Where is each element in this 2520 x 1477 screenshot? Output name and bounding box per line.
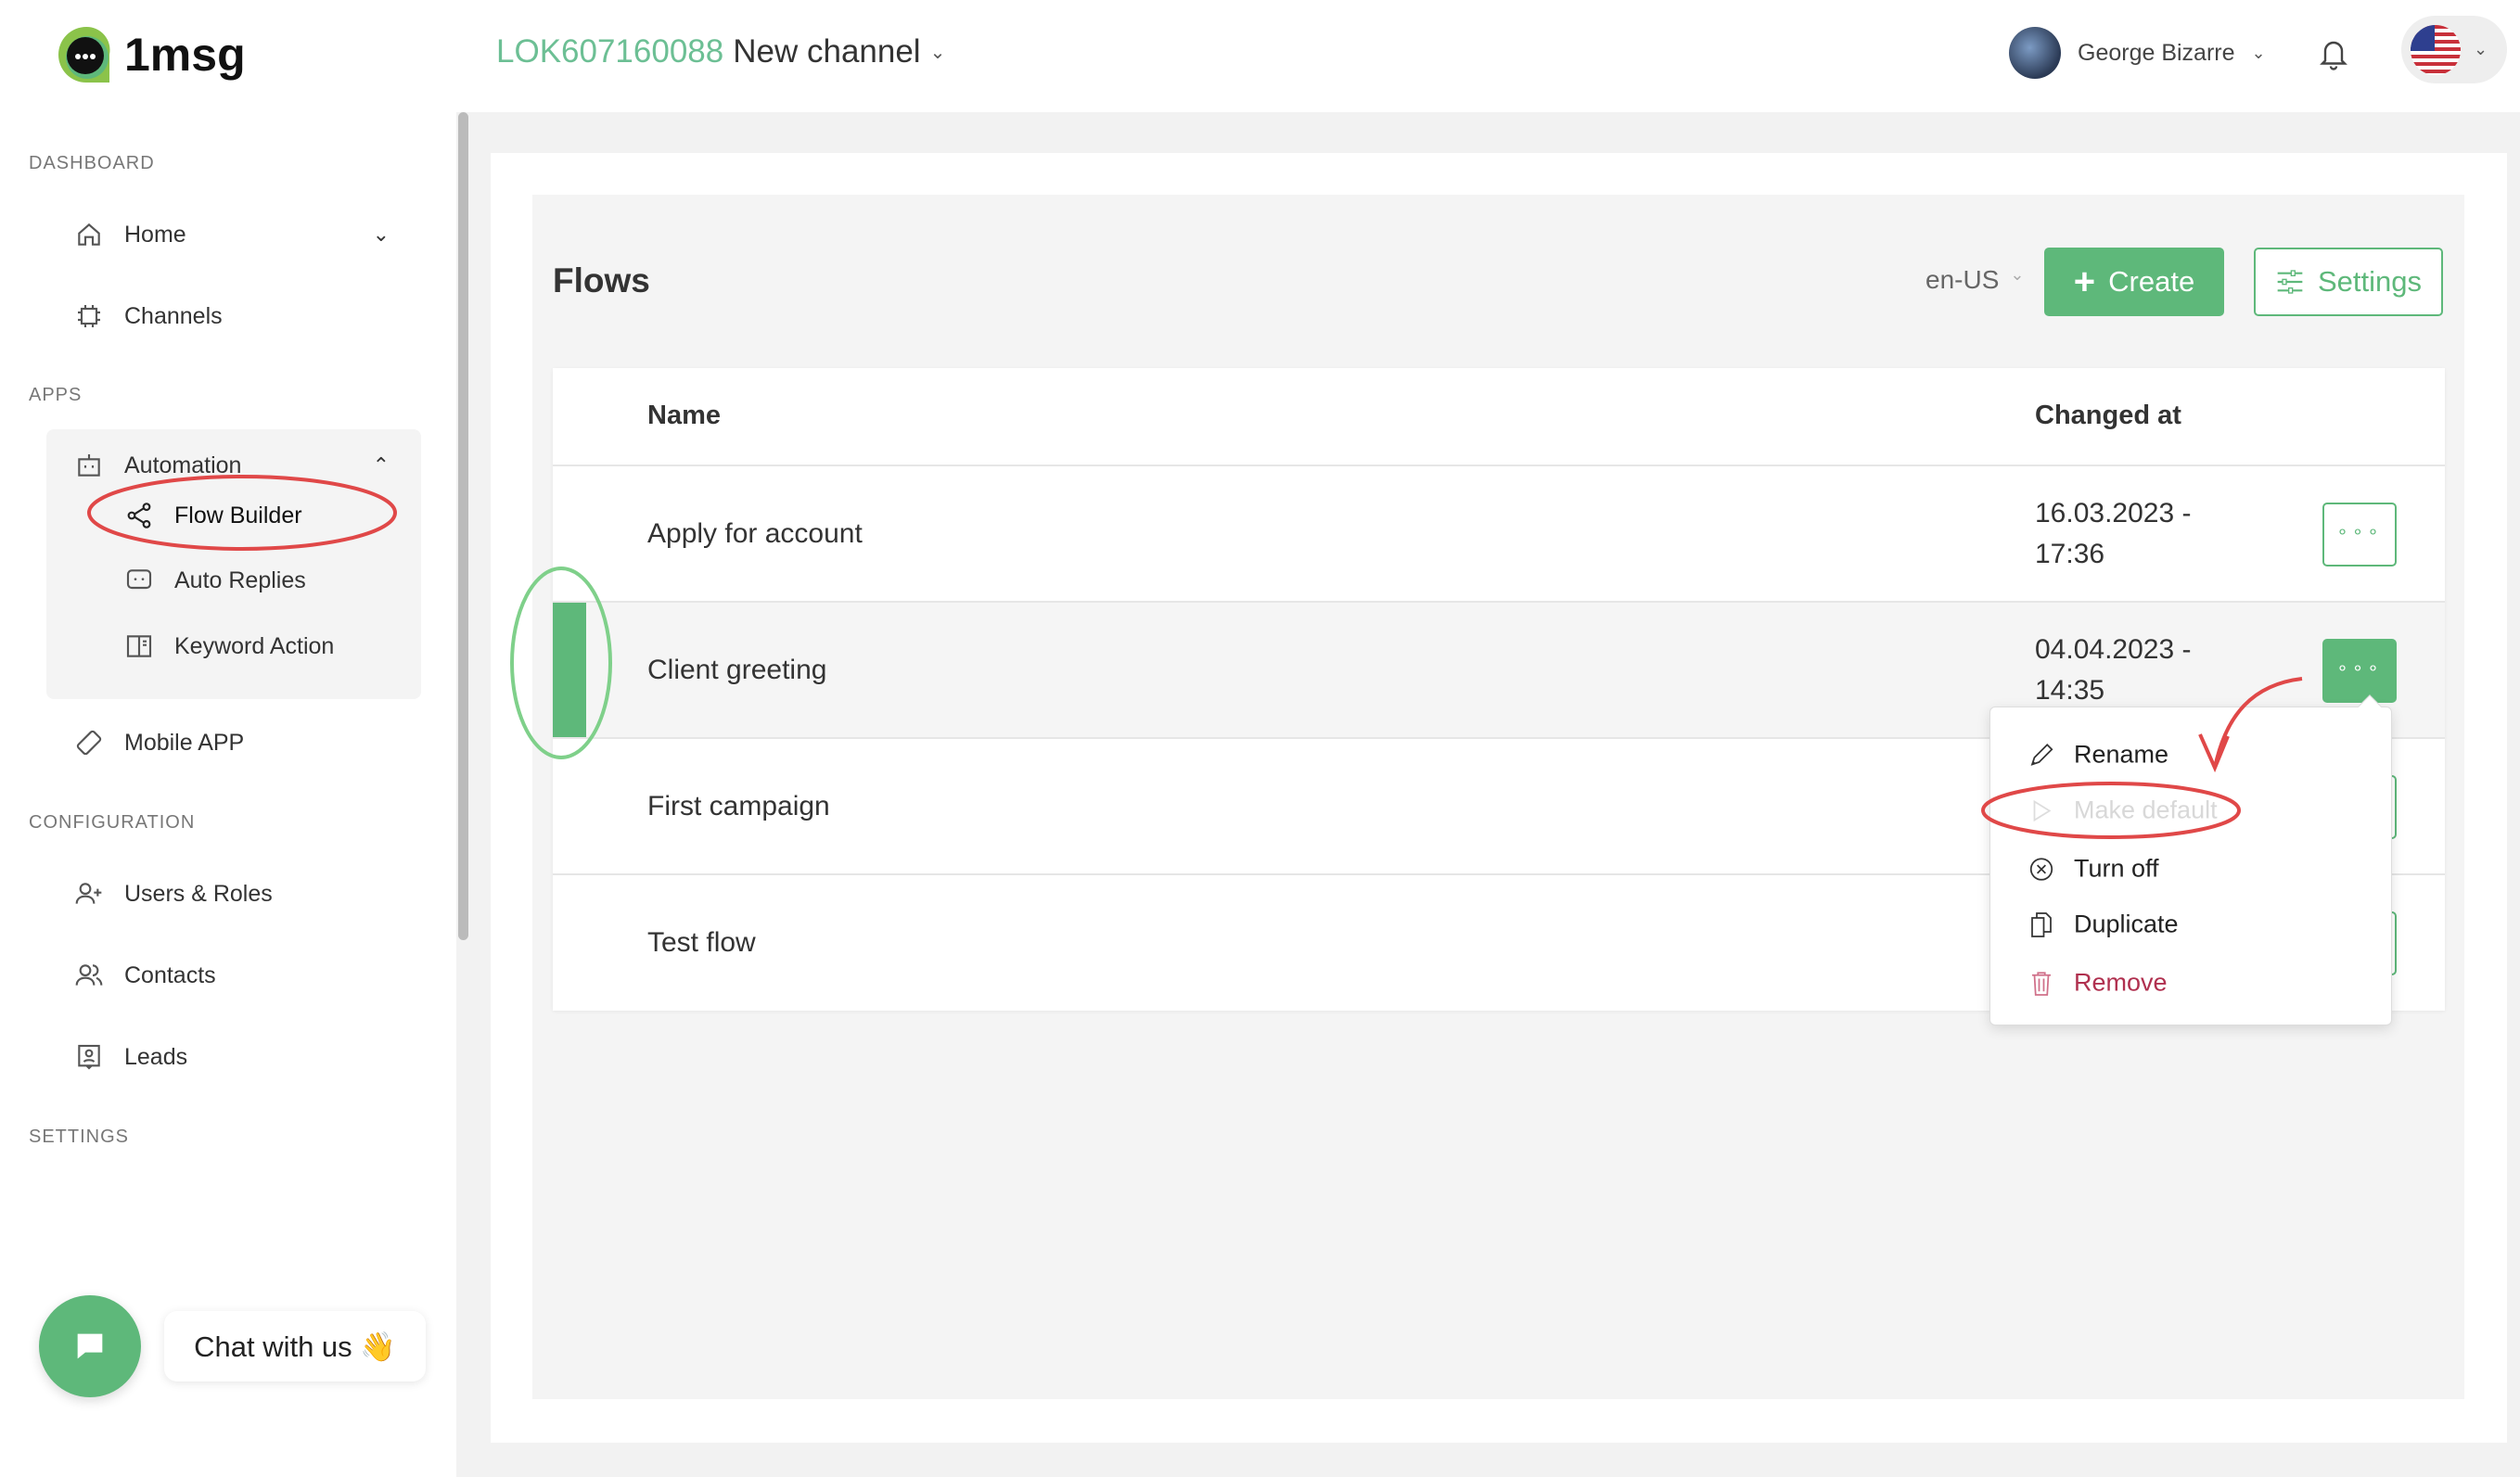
copy-icon xyxy=(2028,910,2055,938)
settings-button[interactable]: Settings xyxy=(2254,248,2443,316)
sidebar: DASHBOARD Home ⌄ Channels APPS Automatio… xyxy=(0,112,456,1477)
sidebar-item-label: Channels xyxy=(124,303,223,330)
chat-launcher-button[interactable] xyxy=(39,1295,141,1397)
channel-selector[interactable]: LOK607160088 New channel ⌄ xyxy=(496,33,945,70)
account-id: LOK607160088 xyxy=(496,33,723,70)
sidebar-item-home[interactable]: Home ⌄ xyxy=(74,220,390,249)
row-actions-button[interactable]: ∘∘∘ xyxy=(2322,639,2397,703)
top-header: 1msg LOK607160088 New channel ⌄ George B… xyxy=(0,0,2520,112)
chip-icon xyxy=(74,301,104,331)
plus-icon: + xyxy=(2074,261,2095,303)
avatar xyxy=(2009,27,2061,79)
menu-item-turn-off[interactable]: Turn off xyxy=(1990,855,2159,884)
section-configuration: CONFIGURATION xyxy=(29,812,195,834)
annotation-circle-make-default xyxy=(1977,778,2245,843)
menu-item-label: Duplicate xyxy=(2074,910,2179,939)
users-icon xyxy=(74,961,104,990)
book-icon xyxy=(124,631,154,661)
flow-name: Apply for account xyxy=(647,518,863,550)
section-dashboard: DASHBOARD xyxy=(29,153,155,174)
chat-bubble-icon xyxy=(124,566,154,595)
column-header-changed-at: Changed at xyxy=(2035,401,2181,431)
annotation-circle-indicator xyxy=(506,563,616,763)
flow-changed-at: 16.03.2023 - 17:36 xyxy=(2035,493,2220,575)
chevron-down-icon: ⌄ xyxy=(2252,44,2266,63)
chevron-down-icon: ⌄ xyxy=(930,41,946,64)
annotation-circle-flow-builder xyxy=(83,471,401,554)
logo-text: 1msg xyxy=(124,28,246,82)
chat-label: Chat with us 👋 xyxy=(194,1330,396,1364)
user-menu[interactable]: George Bizarre ⌄ xyxy=(2009,27,2266,79)
home-icon xyxy=(74,220,104,249)
sidebar-item-label: Contacts xyxy=(124,962,216,989)
trash-icon xyxy=(2028,969,2055,997)
row-actions-button[interactable]: ∘∘∘ xyxy=(2322,503,2397,567)
table-row[interactable]: Apply for account 16.03.2023 - 17:36 ∘∘∘ xyxy=(553,465,2445,602)
bell-icon[interactable] xyxy=(2317,35,2350,72)
sidebar-item-leads[interactable]: Leads xyxy=(74,1042,187,1072)
locale-value: en-US xyxy=(1925,265,1999,295)
logo-icon xyxy=(54,22,119,87)
create-button[interactable]: + Create xyxy=(2044,248,2224,316)
section-apps: APPS xyxy=(29,385,82,406)
sidebar-item-label: Home xyxy=(124,222,186,248)
flow-name: Client greeting xyxy=(647,655,826,686)
sidebar-item-label: Leads xyxy=(124,1044,187,1071)
flow-name: First campaign xyxy=(647,791,830,822)
create-label: Create xyxy=(2108,265,2194,299)
mobile-icon xyxy=(74,728,104,758)
annotation-arrow xyxy=(2189,668,2319,779)
chevron-down-icon: ⌄ xyxy=(2474,40,2488,59)
sidebar-item-channels[interactable]: Channels xyxy=(74,301,223,331)
sidebar-item-users-roles[interactable]: Users & Roles xyxy=(74,879,273,909)
chevron-down-icon: ⌄ xyxy=(373,223,390,247)
sidebar-scrollbar[interactable] xyxy=(458,112,468,940)
menu-item-label: Remove xyxy=(2074,969,2168,998)
us-flag-icon xyxy=(2411,25,2461,75)
language-selector[interactable]: ⌄ xyxy=(2401,16,2507,83)
sidebar-item-mobile-app[interactable]: Mobile APP xyxy=(74,728,244,758)
sidebar-item-auto-replies[interactable]: Auto Replies xyxy=(124,566,306,595)
chevron-down-icon: ⌄ xyxy=(2010,265,2024,295)
menu-item-label: Turn off xyxy=(2074,855,2159,884)
sidebar-item-keyword-action[interactable]: Keyword Action xyxy=(124,631,334,661)
column-header-name: Name xyxy=(647,401,721,431)
sidebar-item-contacts[interactable]: Contacts xyxy=(74,961,216,990)
logo[interactable]: 1msg xyxy=(54,19,246,91)
menu-item-label: Rename xyxy=(2074,741,2168,770)
sidebar-lower-gap xyxy=(456,1173,469,1477)
sliders-icon xyxy=(2275,268,2305,296)
chat-with-us-bubble[interactable]: Chat with us 👋 xyxy=(164,1311,426,1382)
menu-item-remove[interactable]: Remove xyxy=(1990,969,2168,998)
sidebar-item-label: Auto Replies xyxy=(174,567,306,594)
page-title: Flows xyxy=(553,261,650,300)
contact-card-icon xyxy=(74,1042,104,1072)
chat-icon xyxy=(71,1328,109,1365)
user-name: George Bizarre xyxy=(2078,40,2235,67)
sidebar-item-label: Keyword Action xyxy=(174,633,334,660)
circle-x-icon xyxy=(2028,855,2055,883)
user-plus-icon xyxy=(74,879,104,909)
menu-item-rename[interactable]: Rename xyxy=(1990,741,2168,770)
pencil-icon xyxy=(2028,741,2055,769)
section-settings: SETTINGS xyxy=(29,1127,129,1148)
menu-item-duplicate[interactable]: Duplicate xyxy=(1990,910,2179,939)
channel-name: New channel xyxy=(733,33,920,70)
locale-selector[interactable]: en-US ⌄ xyxy=(1925,265,2024,295)
sidebar-item-label: Mobile APP xyxy=(124,730,244,757)
flow-name: Test flow xyxy=(647,927,756,959)
sidebar-item-label: Users & Roles xyxy=(124,881,273,908)
settings-label: Settings xyxy=(2318,265,2422,299)
